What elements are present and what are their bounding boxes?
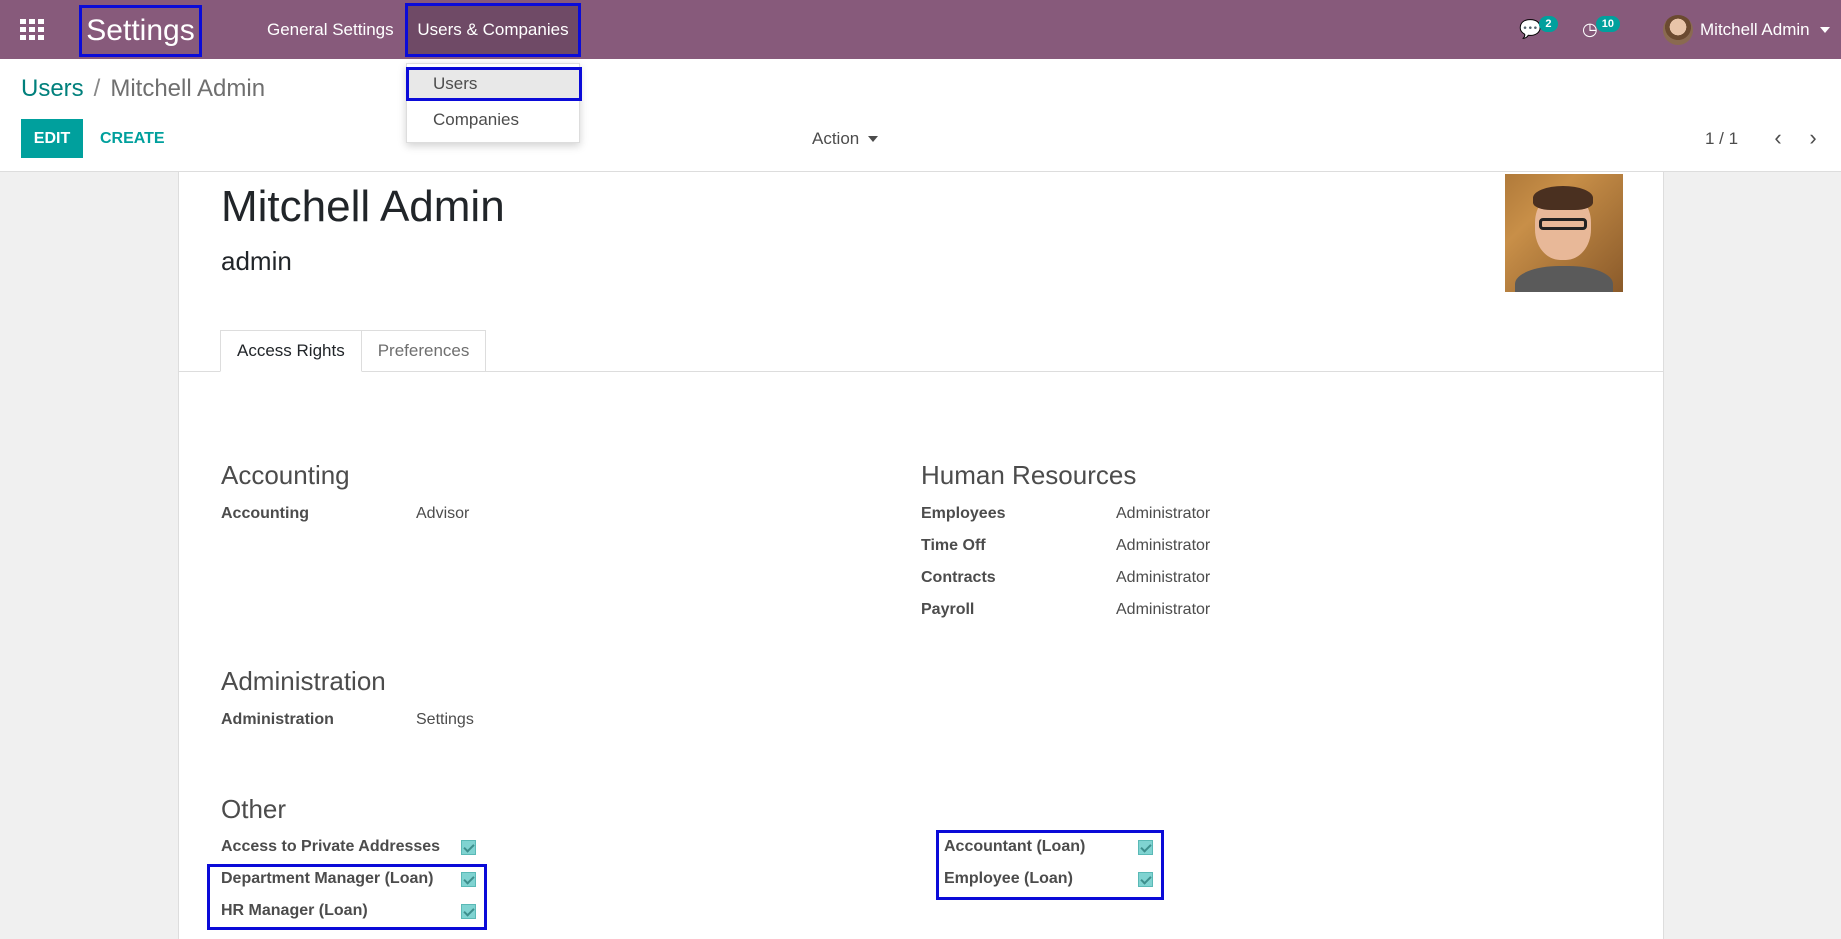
dropdown-item-companies[interactable]: Companies [407, 103, 581, 137]
field-label-payroll: Payroll [921, 601, 975, 618]
breadcrumb-current: Mitchell Admin [110, 75, 266, 102]
activity-menu[interactable]: ◷ 10 [1582, 0, 1620, 59]
field-value-administration[interactable]: Settings [416, 711, 474, 729]
create-button[interactable]: CREATE [100, 119, 165, 158]
field-label-contracts: Contracts [921, 569, 996, 586]
field-label-department-manager-loan: Department Manager (Loan) [221, 870, 434, 887]
group-title-accounting: Accounting [221, 460, 350, 490]
action-label: Action [812, 128, 860, 148]
menu-users-companies[interactable]: Users & Companies [405, 3, 581, 57]
checkbox-employee-loan[interactable] [1138, 872, 1153, 887]
activity-counter-badge: 10 [1595, 15, 1620, 32]
field-value-contracts[interactable]: Administrator [1116, 569, 1210, 587]
user-photo[interactable] [1505, 174, 1623, 292]
avatar [1663, 15, 1693, 45]
checkbox-department-manager-loan[interactable] [461, 872, 476, 887]
app-brand[interactable]: Settings [79, 5, 202, 57]
user-menu[interactable]: Mitchell Admin [1663, 12, 1830, 48]
group-title-administration: Administration [221, 666, 386, 696]
users-companies-dropdown: Users Companies [406, 63, 582, 143]
field-label-hr-manager-loan: HR Manager (Loan) [221, 902, 368, 919]
field-value-time-off[interactable]: Administrator [1116, 537, 1210, 555]
field-value-accounting[interactable]: Advisor [416, 505, 469, 523]
field-value-employees[interactable]: Administrator [1116, 505, 1210, 523]
form-tabs: Access Rights Preferences [220, 330, 487, 372]
field-label-accountant-loan: Accountant (Loan) [944, 838, 1086, 855]
field-label-employees: Employees [921, 505, 1006, 522]
field-label-access-private-addresses: Access to Private Addresses [221, 838, 441, 855]
group-title-other: Other [221, 794, 287, 824]
field-label-employee-loan: Employee (Loan) [944, 870, 1073, 887]
chat-counter-badge: 2 [1539, 15, 1558, 32]
field-label-accounting: Accounting [221, 505, 309, 522]
user-name-title: Mitchell Admin [221, 182, 505, 231]
breadcrumb: Users / Mitchell Admin [21, 75, 265, 103]
breadcrumb-users-link[interactable]: Users [21, 75, 84, 103]
apps-menu-icon[interactable] [20, 19, 44, 40]
field-label-administration: Administration [221, 711, 334, 728]
messaging-menu[interactable]: 💬 2 [1519, 0, 1558, 59]
user-name: Mitchell Admin [1700, 20, 1810, 39]
user-login: admin [221, 246, 292, 276]
tab-preferences[interactable]: Preferences [361, 330, 487, 372]
form-sheet: Mitchell Admin admin Access Rights Prefe… [178, 172, 1664, 939]
chat-icon: 💬 [1519, 19, 1542, 39]
tab-access-rights[interactable]: Access Rights [220, 330, 362, 372]
breadcrumb-separator: / [93, 75, 101, 102]
pager-value[interactable]: 1 / 1 [1705, 129, 1738, 149]
field-value-payroll[interactable]: Administrator [1116, 601, 1210, 619]
checkbox-hr-manager-loan[interactable] [461, 904, 476, 919]
edit-button[interactable]: EDIT [21, 119, 83, 158]
checkbox-accountant-loan[interactable] [1138, 840, 1153, 855]
pager-next-icon[interactable]: › [1802, 123, 1824, 153]
action-menu-button[interactable]: Action [812, 119, 879, 158]
menu-general-settings[interactable]: General Settings [267, 0, 394, 59]
pager-previous-icon[interactable]: ‹ [1767, 123, 1789, 153]
dropdown-item-users[interactable]: Users [406, 67, 582, 101]
checkbox-access-private-addresses[interactable] [461, 840, 476, 855]
top-navbar: Settings General Settings Users & Compan… [0, 0, 1841, 59]
chevron-down-icon [868, 135, 879, 142]
group-title-human-resources: Human Resources [921, 460, 1137, 490]
chevron-down-icon [1819, 27, 1830, 33]
field-label-time-off: Time Off [921, 537, 986, 554]
control-panel: Users / Mitchell Admin EDIT CREATE Actio… [0, 59, 1841, 172]
